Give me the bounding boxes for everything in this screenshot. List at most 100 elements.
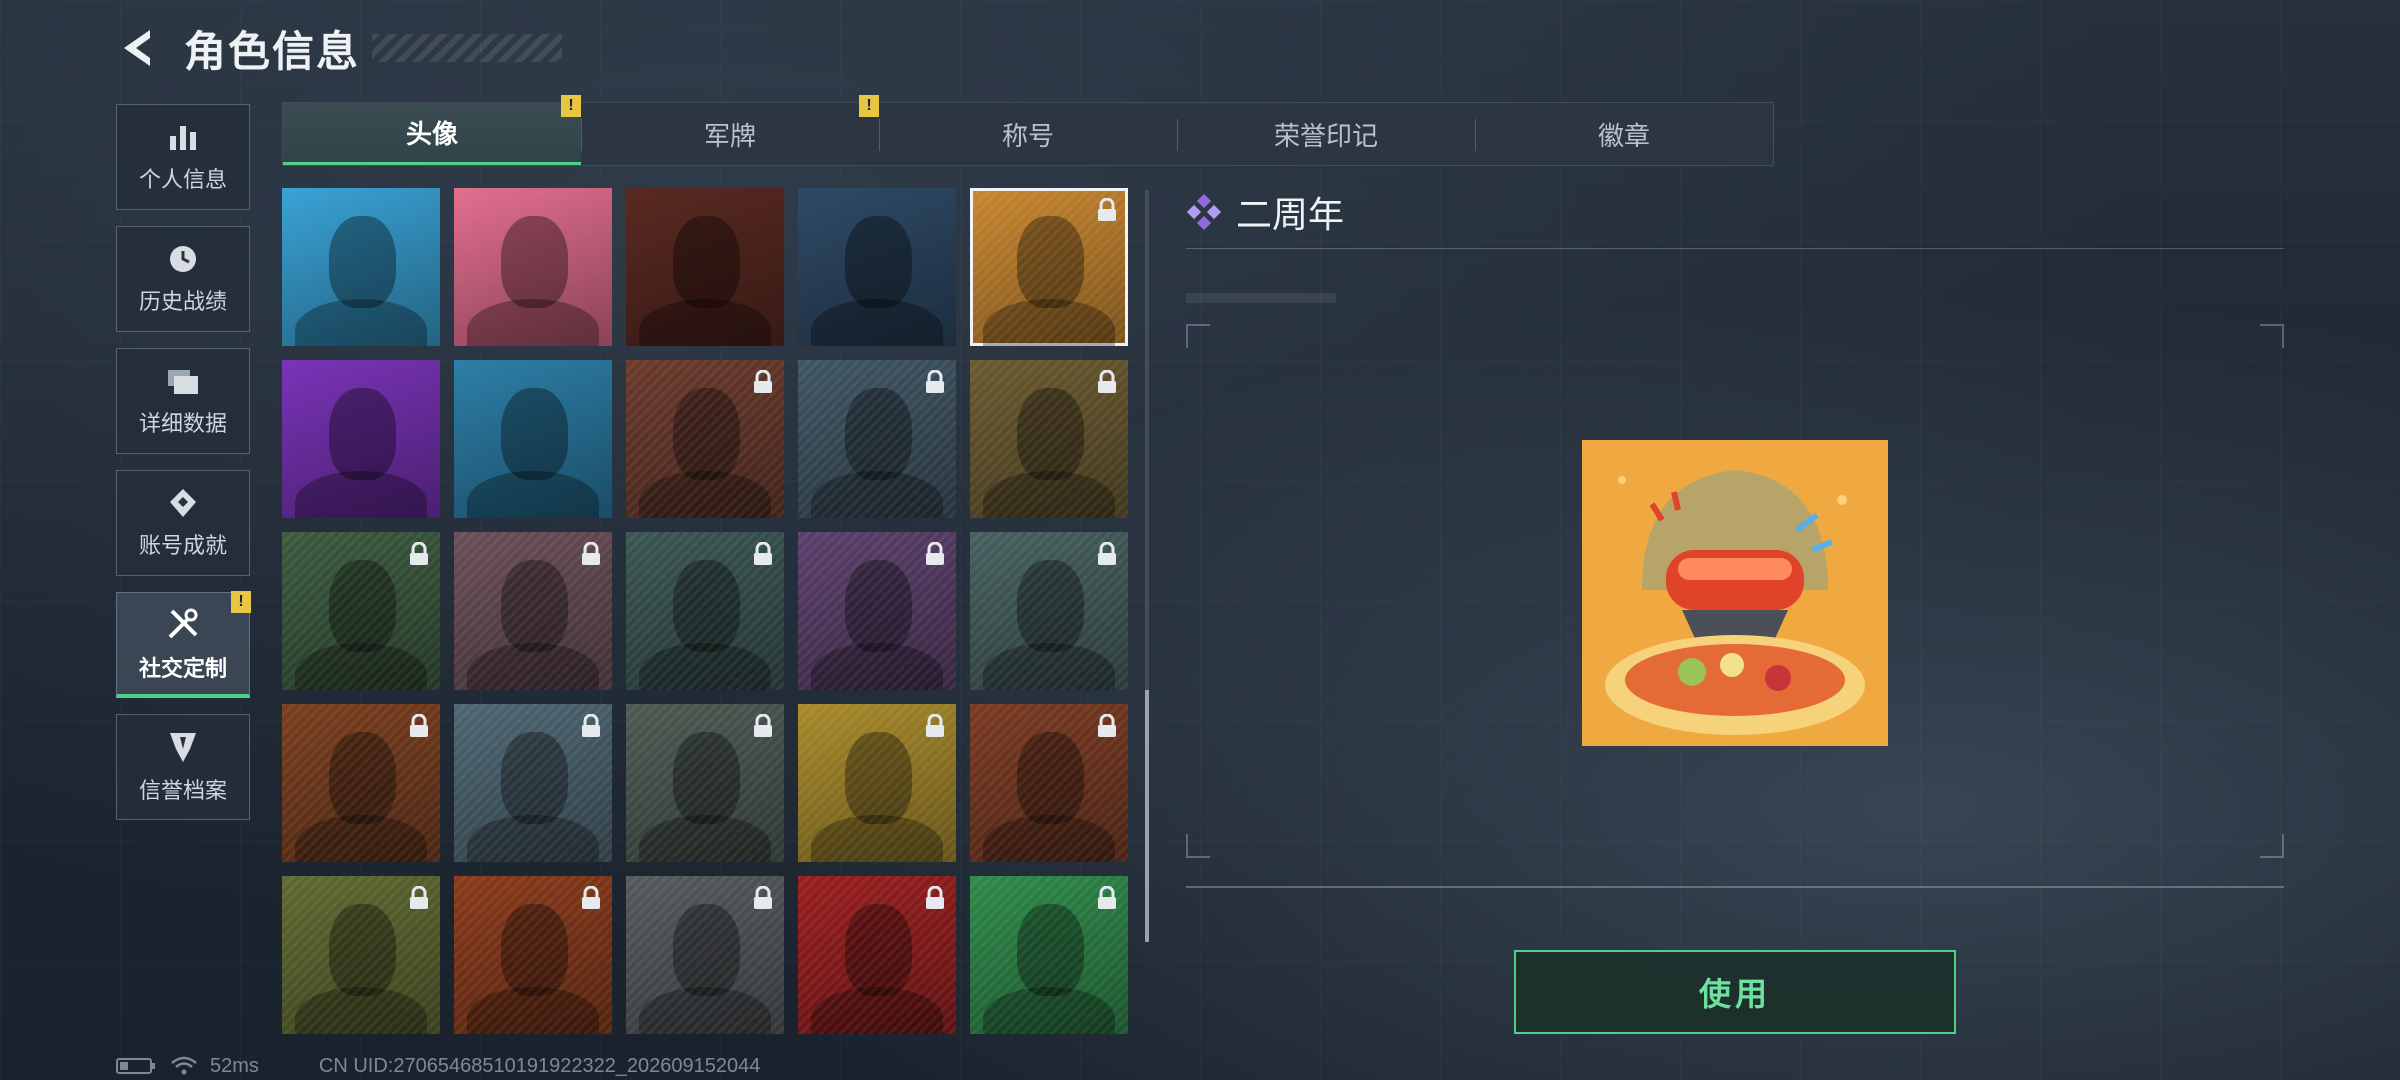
lock-icon <box>924 541 946 566</box>
avatar-tile[interactable] <box>282 876 440 1034</box>
nav-item-credit-record[interactable]: 信誉档案 <box>116 714 250 820</box>
tab-badge[interactable]: 徽章 <box>1475 103 1773 165</box>
category-tabs: 头像 ! 军牌 ! 称号 荣誉印记 徽章 <box>282 95 1774 166</box>
lock-icon <box>1096 885 1118 910</box>
avatar-portrait <box>501 216 568 309</box>
lock-icon <box>408 541 430 566</box>
avatar-portrait-body <box>294 298 428 346</box>
nav-item-personal-info[interactable]: 个人信息 <box>116 104 250 210</box>
tab-honor-mark[interactable]: 荣誉印记 <box>1177 103 1475 165</box>
lock-icon <box>580 885 602 910</box>
lock-icon <box>924 369 946 394</box>
battery-icon <box>116 1058 155 1074</box>
lock-icon <box>408 885 430 910</box>
avatar-tile[interactable] <box>454 704 612 862</box>
nav-item-history[interactable]: 历史战绩 <box>116 226 250 332</box>
avatar-tile[interactable] <box>626 876 784 1034</box>
lock-icon <box>752 541 774 566</box>
avatar-tile[interactable] <box>282 704 440 862</box>
scrollbar-thumb[interactable] <box>1145 690 1149 942</box>
detail-divider <box>1186 248 2284 249</box>
lock-icon <box>1096 541 1118 566</box>
lock-icon <box>924 713 946 738</box>
avatar-tile[interactable] <box>798 188 956 346</box>
diamond-icon <box>1186 194 1222 230</box>
avatar-scrollbar[interactable] <box>1145 190 1149 942</box>
avatar-tile[interactable] <box>282 360 440 518</box>
tab-label: 荣誉印记 <box>1273 120 1378 151</box>
avatar-tile[interactable] <box>798 704 956 862</box>
avatar-tile[interactable] <box>970 876 1128 1034</box>
folders-icon <box>168 370 198 394</box>
side-nav: 个人信息 历史战绩 详细数据 账号成就 社交定制 ! 信誉档案 <box>116 104 252 836</box>
avatar-tile[interactable] <box>798 532 956 690</box>
avatar-tile[interactable] <box>798 360 956 518</box>
bar-chart-icon <box>170 126 196 150</box>
avatar-portrait-body <box>466 470 600 518</box>
avatar-tile[interactable] <box>626 188 784 346</box>
frame-corner <box>2260 324 2284 348</box>
nav-item-label: 社交定制 <box>138 655 227 681</box>
nav-item-label: 详细数据 <box>138 411 227 436</box>
lock-icon <box>752 713 774 738</box>
avatar-tile[interactable] <box>970 704 1128 862</box>
avatar-portrait-body <box>294 470 428 518</box>
lock-icon <box>752 885 774 910</box>
page-title: 角色信息 <box>184 27 361 75</box>
avatar-tile[interactable] <box>798 876 956 1034</box>
lock-icon <box>1096 713 1118 738</box>
avatar-tile[interactable] <box>454 532 612 690</box>
avatar-tile[interactable] <box>970 360 1128 518</box>
frame-corner <box>1186 834 1210 858</box>
anniversary-avatar-art <box>1582 440 1888 746</box>
detail-title: 二周年 <box>1236 194 1345 235</box>
nav-item-achievements[interactable]: 账号成就 <box>116 470 250 576</box>
tab-label: 徽章 <box>1597 120 1650 151</box>
user-uid: CN UID:27065468510191922322_202609152044 <box>318 1054 761 1077</box>
avatar-tile[interactable] <box>282 532 440 690</box>
avatar-portrait <box>329 216 396 309</box>
avatar-tile[interactable] <box>626 704 784 862</box>
avatar-portrait <box>845 216 912 309</box>
detail-panel: 二周年 <box>1186 186 2284 303</box>
avatar-tile[interactable] <box>454 876 612 1034</box>
nav-item-detailed-data[interactable]: 详细数据 <box>116 348 250 454</box>
title-decoration <box>372 34 563 62</box>
back-arrow-icon <box>124 30 150 66</box>
frame-corner <box>2260 834 2284 858</box>
avatar-portrait-body <box>810 298 944 346</box>
nav-item-social-custom[interactable]: 社交定制 ! <box>116 591 251 698</box>
lock-icon <box>580 541 602 566</box>
avatar-portrait <box>329 388 396 481</box>
wifi-icon <box>171 1056 197 1075</box>
nav-item-label: 历史战绩 <box>138 289 227 314</box>
lock-icon <box>408 713 430 738</box>
panel-bottom-divider <box>1186 886 2284 888</box>
back-button[interactable] <box>112 24 160 72</box>
avatar-tile[interactable] <box>970 188 1128 346</box>
avatar-portrait-body <box>638 298 772 346</box>
nav-item-label: 信誉档案 <box>138 778 227 803</box>
ping-value: 52ms <box>210 1054 259 1077</box>
avatar-portrait <box>673 216 740 309</box>
status-bar: 52ms CN UID:27065468510191922322_2026091… <box>116 1052 760 1080</box>
avatar-tile[interactable] <box>626 360 784 518</box>
avatar-tile[interactable] <box>282 188 440 346</box>
achievement-icon <box>170 489 196 517</box>
use-button[interactable]: 使用 <box>1514 950 1956 1034</box>
tab-avatar[interactable]: 头像 ! <box>283 95 581 165</box>
header: 角色信息 <box>112 18 563 78</box>
history-clock-icon <box>170 246 196 272</box>
avatar-tile[interactable] <box>454 360 612 518</box>
avatar-tile[interactable] <box>454 188 612 346</box>
tab-dog-tag[interactable]: 军牌 ! <box>581 95 879 165</box>
detail-subtitle-bar <box>1186 293 1336 303</box>
avatar-tile[interactable] <box>970 532 1128 690</box>
avatar-tile[interactable] <box>626 532 784 690</box>
tab-label: 军牌 <box>703 120 756 151</box>
avatar-preview-image <box>1582 440 1888 746</box>
tab-title[interactable]: 称号 <box>879 103 1177 165</box>
alert-badge: ! <box>231 591 251 613</box>
avatar-grid <box>282 188 1134 1036</box>
lock-icon <box>1096 369 1118 394</box>
